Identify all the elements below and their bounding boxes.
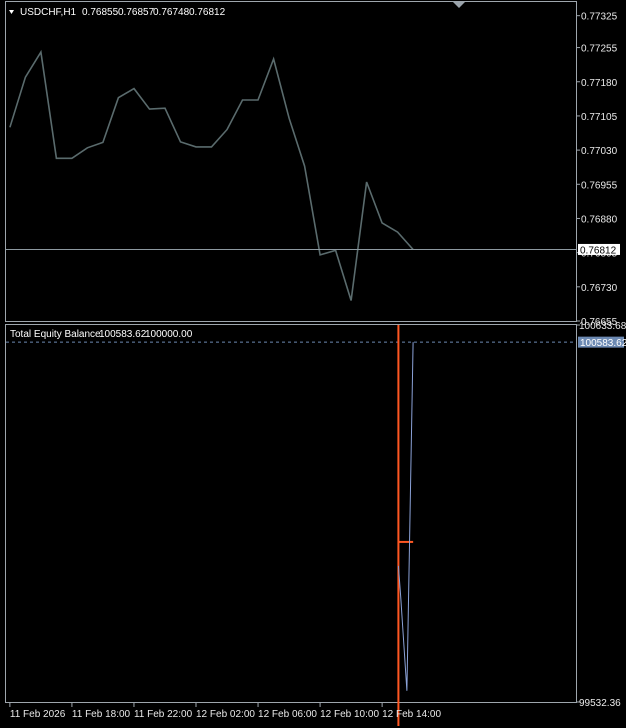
- price-y-tick-label: 0.77325: [581, 12, 618, 23]
- time-tick-label: 11 Feb 2026: [10, 709, 66, 720]
- time-tick-label: 12 Feb 10:00: [320, 709, 379, 720]
- chart-canvas[interactable]: 0.77325 0.77255 0.77180 0.77105 0.77030 0.769…: [0, 0, 626, 728]
- price-y-tick-label: 0.77030: [581, 146, 618, 157]
- time-tick-label: 12 Feb 02:00: [196, 709, 255, 720]
- collapse-triangle-icon[interactable]: [9, 10, 14, 14]
- time-tick-label: 12 Feb 06:00: [258, 709, 317, 720]
- price-y-tick-label: 0.76730: [581, 283, 618, 294]
- scroll-marker-icon[interactable]: [453, 2, 465, 8]
- equity-indicator-title: Total Equity Balance: [10, 329, 101, 340]
- time-tick-label: 12 Feb 14:00: [382, 709, 441, 720]
- time-axis: 11 Feb 2026 11 Feb 18:00 11 Feb 22:00 12 Fe…: [9, 703, 441, 720]
- equity-legend-value: 100583.62: [99, 329, 147, 340]
- ohlc-high: 0.76857: [118, 7, 155, 18]
- mt-strategy-chart: 0.77325 0.77255 0.77180 0.77105 0.77030 0.769…: [0, 0, 626, 728]
- equity-line-series: [397, 342, 414, 691]
- price-pane[interactable]: 0.77325 0.77255 0.77180 0.77105 0.77030 0.769…: [5, 1, 621, 329]
- current-equity-label-text: 100583.62: [580, 338, 626, 349]
- time-tick-label: 11 Feb 22:00: [134, 709, 193, 720]
- ohlc-low: 0.76748: [153, 7, 190, 18]
- equity-pane-frame: [5, 324, 577, 703]
- price-pane-frame: [5, 1, 577, 322]
- current-price-label: 0.76812: [578, 243, 620, 256]
- price-y-tick-label: 0.77255: [581, 44, 618, 55]
- equity-y-tick-label: 100633.68: [579, 321, 626, 332]
- equity-legend: Total Equity Balance 100583.62 100000.00: [10, 329, 193, 340]
- current-equity-label: 100583.62: [578, 336, 626, 349]
- time-tick-label: 11 Feb 18:00: [72, 709, 131, 720]
- ohlc-open: 0.76855: [82, 7, 119, 18]
- ohlc-close: 0.76812: [189, 7, 226, 18]
- price-y-tick-label: 0.76955: [581, 180, 618, 191]
- price-y-axis: 0.77325 0.77255 0.77180 0.77105 0.77030 0.769…: [581, 12, 618, 328]
- balance-legend-value: 100000.00: [145, 329, 193, 340]
- price-y-tick-label: 0.77180: [581, 78, 618, 89]
- price-y-tick-label: 0.77105: [581, 112, 618, 123]
- price-line-series: [9, 49, 414, 301]
- symbol-title: USDCHF,H1: [20, 7, 77, 18]
- current-price-label-text: 0.76812: [580, 245, 617, 256]
- price-y-tick-label: 0.76880: [581, 214, 618, 225]
- price-legend: USDCHF,H1 0.76855 0.76857 0.76748 0.7681…: [9, 7, 226, 18]
- equity-pane[interactable]: 100633.68 99532.36 100583.62 Total Equity…: [5, 321, 626, 726]
- equity-y-tick-label: 99532.36: [579, 698, 621, 709]
- equity-y-axis: 100633.68 99532.36: [576, 321, 626, 709]
